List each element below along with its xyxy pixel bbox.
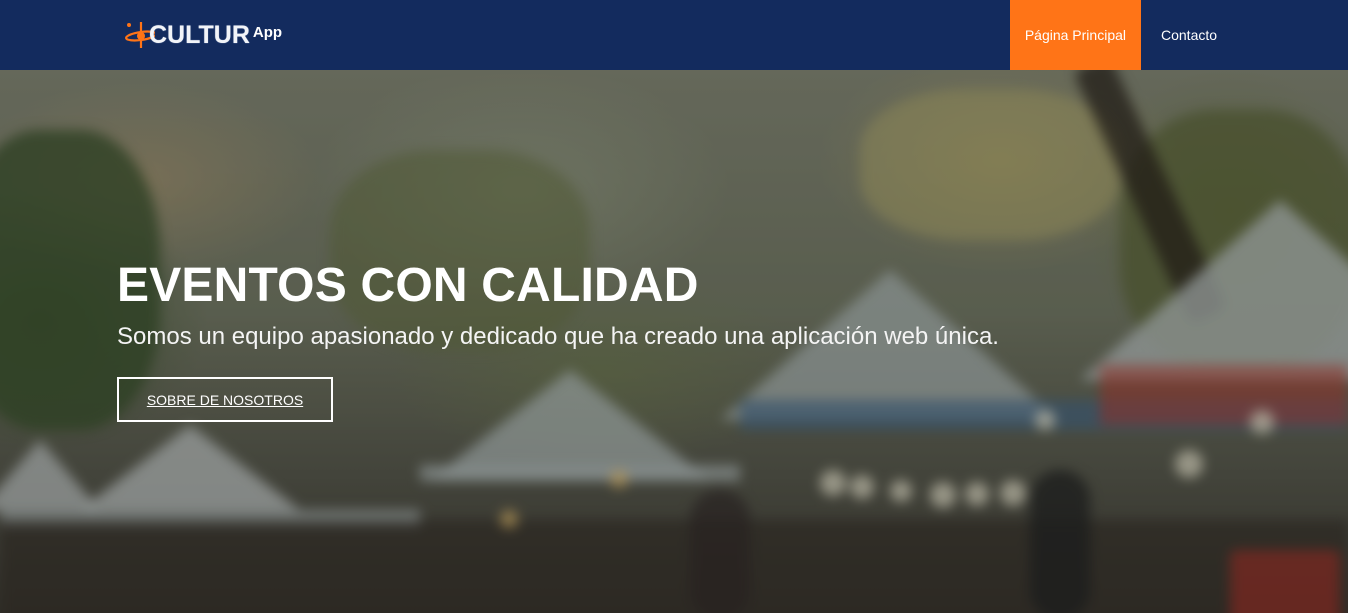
hero-content: EVENTOS CON CALIDAD Somos un equipo apas… <box>117 260 999 422</box>
nav-link-contact[interactable]: Contacto <box>1141 0 1348 70</box>
nav-link-home[interactable]: Página Principal <box>1009 0 1141 70</box>
hero-section: EVENTOS CON CALIDAD Somos un equipo apas… <box>0 70 1348 613</box>
navbar: CULTUR App Página Principal Contacto <box>0 0 1348 70</box>
nav-links: Página Principal Contacto <box>1009 0 1348 70</box>
brand-suffix: App <box>252 23 283 41</box>
hero-subtitle: Somos un equipo apasionado y dedicado qu… <box>117 323 999 350</box>
brand-name: CULTUR <box>149 21 250 49</box>
about-us-button[interactable]: SOBRE DE NOSOTROS <box>117 377 333 422</box>
hero-title: EVENTOS CON CALIDAD <box>117 259 699 312</box>
brand-logo[interactable]: CULTUR App <box>123 20 282 50</box>
